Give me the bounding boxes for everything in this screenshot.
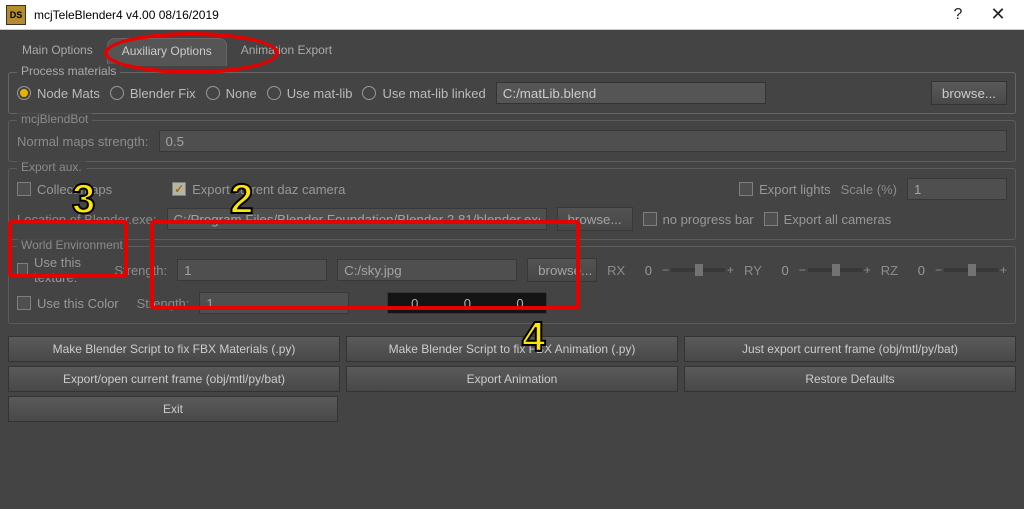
texture-path-input[interactable]: [337, 259, 517, 281]
titlebar: DS mcjTeleBlender4 v4.00 08/16/2019 ? ✕: [0, 0, 1024, 30]
check-no-progress-bar[interactable]: no progress bar: [643, 212, 754, 227]
rz-slider[interactable]: − +: [935, 263, 1007, 277]
just-export-frame-button[interactable]: Just export current frame (obj/mtl/py/ba…: [684, 336, 1016, 362]
help-button[interactable]: ?: [938, 1, 978, 29]
export-open-frame-button[interactable]: Export/open current frame (obj/mtl/py/ba…: [8, 366, 340, 392]
check-export-lights[interactable]: Export lights: [739, 182, 831, 197]
radio-icon: [267, 86, 281, 100]
tab-main-options[interactable]: Main Options: [8, 38, 107, 66]
legend-world-env: World Environment: [17, 238, 127, 252]
radio-node-mats[interactable]: Node Mats: [17, 86, 100, 101]
radio-icon: [110, 86, 124, 100]
make-script-fbx-animation-button[interactable]: Make Blender Script to fix FBX Animation…: [346, 336, 678, 362]
check-export-all-cameras[interactable]: Export all cameras: [764, 212, 892, 227]
radio-icon: [206, 86, 220, 100]
group-process-materials: Process materials Node Mats Blender Fix …: [8, 72, 1016, 114]
checkbox-icon: [172, 182, 186, 196]
rx-slider[interactable]: − +: [662, 263, 734, 277]
blender-loc-browse-button[interactable]: browse...: [557, 207, 633, 231]
plus-icon: +: [1000, 263, 1007, 277]
check-use-color[interactable]: Use this Color: [17, 296, 119, 311]
checkbox-icon: [17, 263, 28, 277]
scale-label: Scale (%): [841, 182, 897, 197]
minus-icon: −: [935, 263, 942, 277]
radio-icon: [362, 86, 376, 100]
ry-label: RY: [744, 263, 762, 278]
ry-slider[interactable]: − +: [799, 263, 871, 277]
exit-button[interactable]: Exit: [8, 396, 338, 422]
tab-animation-export[interactable]: Animation Export: [227, 38, 346, 66]
blender-loc-input[interactable]: [167, 208, 547, 230]
radio-use-matlib-linked[interactable]: Use mat-lib linked: [362, 86, 485, 101]
color-strength-input[interactable]: [199, 292, 349, 314]
close-button[interactable]: ✕: [978, 1, 1018, 29]
check-use-texture[interactable]: Use this texture:: [17, 255, 104, 285]
color-strength-label: Strength:: [137, 296, 190, 311]
checkbox-icon: [739, 182, 753, 196]
rx-value: 0: [635, 263, 652, 278]
plus-icon: +: [864, 263, 871, 277]
matlib-path-input[interactable]: [496, 82, 766, 104]
texture-browse-button[interactable]: browse...: [527, 258, 597, 282]
radio-none[interactable]: None: [206, 86, 257, 101]
minus-icon: −: [799, 263, 806, 277]
legend-blendbot: mcjBlendBot: [17, 112, 92, 126]
app-logo-icon: DS: [6, 5, 26, 25]
matlib-browse-button[interactable]: browse...: [931, 81, 1007, 105]
normals-strength-label: Normal maps strength:: [17, 134, 149, 149]
checkbox-icon: [17, 296, 31, 310]
radio-icon: [17, 86, 31, 100]
legend-export-aux: Export aux.: [17, 160, 86, 174]
make-script-fbx-materials-button[interactable]: Make Blender Script to fix FBX Materials…: [8, 336, 340, 362]
check-export-daz-camera[interactable]: Export current daz camera: [172, 182, 345, 197]
ry-value: 0: [772, 263, 789, 278]
color-swatch[interactable]: 0 0 0: [387, 292, 547, 314]
window-title: mcjTeleBlender4 v4.00 08/16/2019: [34, 8, 938, 22]
rz-label: RZ: [881, 263, 898, 278]
checkbox-icon: [17, 182, 31, 196]
radio-blender-fix[interactable]: Blender Fix: [110, 86, 196, 101]
normals-strength-input[interactable]: [159, 130, 1008, 152]
tab-auxiliary-options[interactable]: Auxiliary Options: [107, 38, 227, 66]
plus-icon: +: [727, 263, 734, 277]
radio-use-matlib[interactable]: Use mat-lib: [267, 86, 353, 101]
group-world-environment: World Environment Use this texture: Stre…: [8, 246, 1016, 324]
group-export-aux: Export aux. Collect maps Export current …: [8, 168, 1016, 240]
checkbox-icon: [764, 212, 778, 226]
group-blendbot: mcjBlendBot Normal maps strength:: [8, 120, 1016, 162]
check-collect-maps[interactable]: Collect maps: [17, 182, 112, 197]
checkbox-icon: [643, 212, 657, 226]
export-animation-button[interactable]: Export Animation: [346, 366, 678, 392]
scale-input[interactable]: [907, 178, 1007, 200]
texture-strength-label: Strength:: [114, 263, 167, 278]
minus-icon: −: [662, 263, 669, 277]
tab-bar: Main Options Auxiliary Options Animation…: [8, 38, 1016, 66]
restore-defaults-button[interactable]: Restore Defaults: [684, 366, 1016, 392]
rz-value: 0: [908, 263, 925, 278]
blender-loc-label: Location of Blender.exe:: [17, 212, 157, 227]
legend-process-materials: Process materials: [17, 64, 120, 78]
rx-label: RX: [607, 263, 625, 278]
texture-strength-input[interactable]: [177, 259, 327, 281]
